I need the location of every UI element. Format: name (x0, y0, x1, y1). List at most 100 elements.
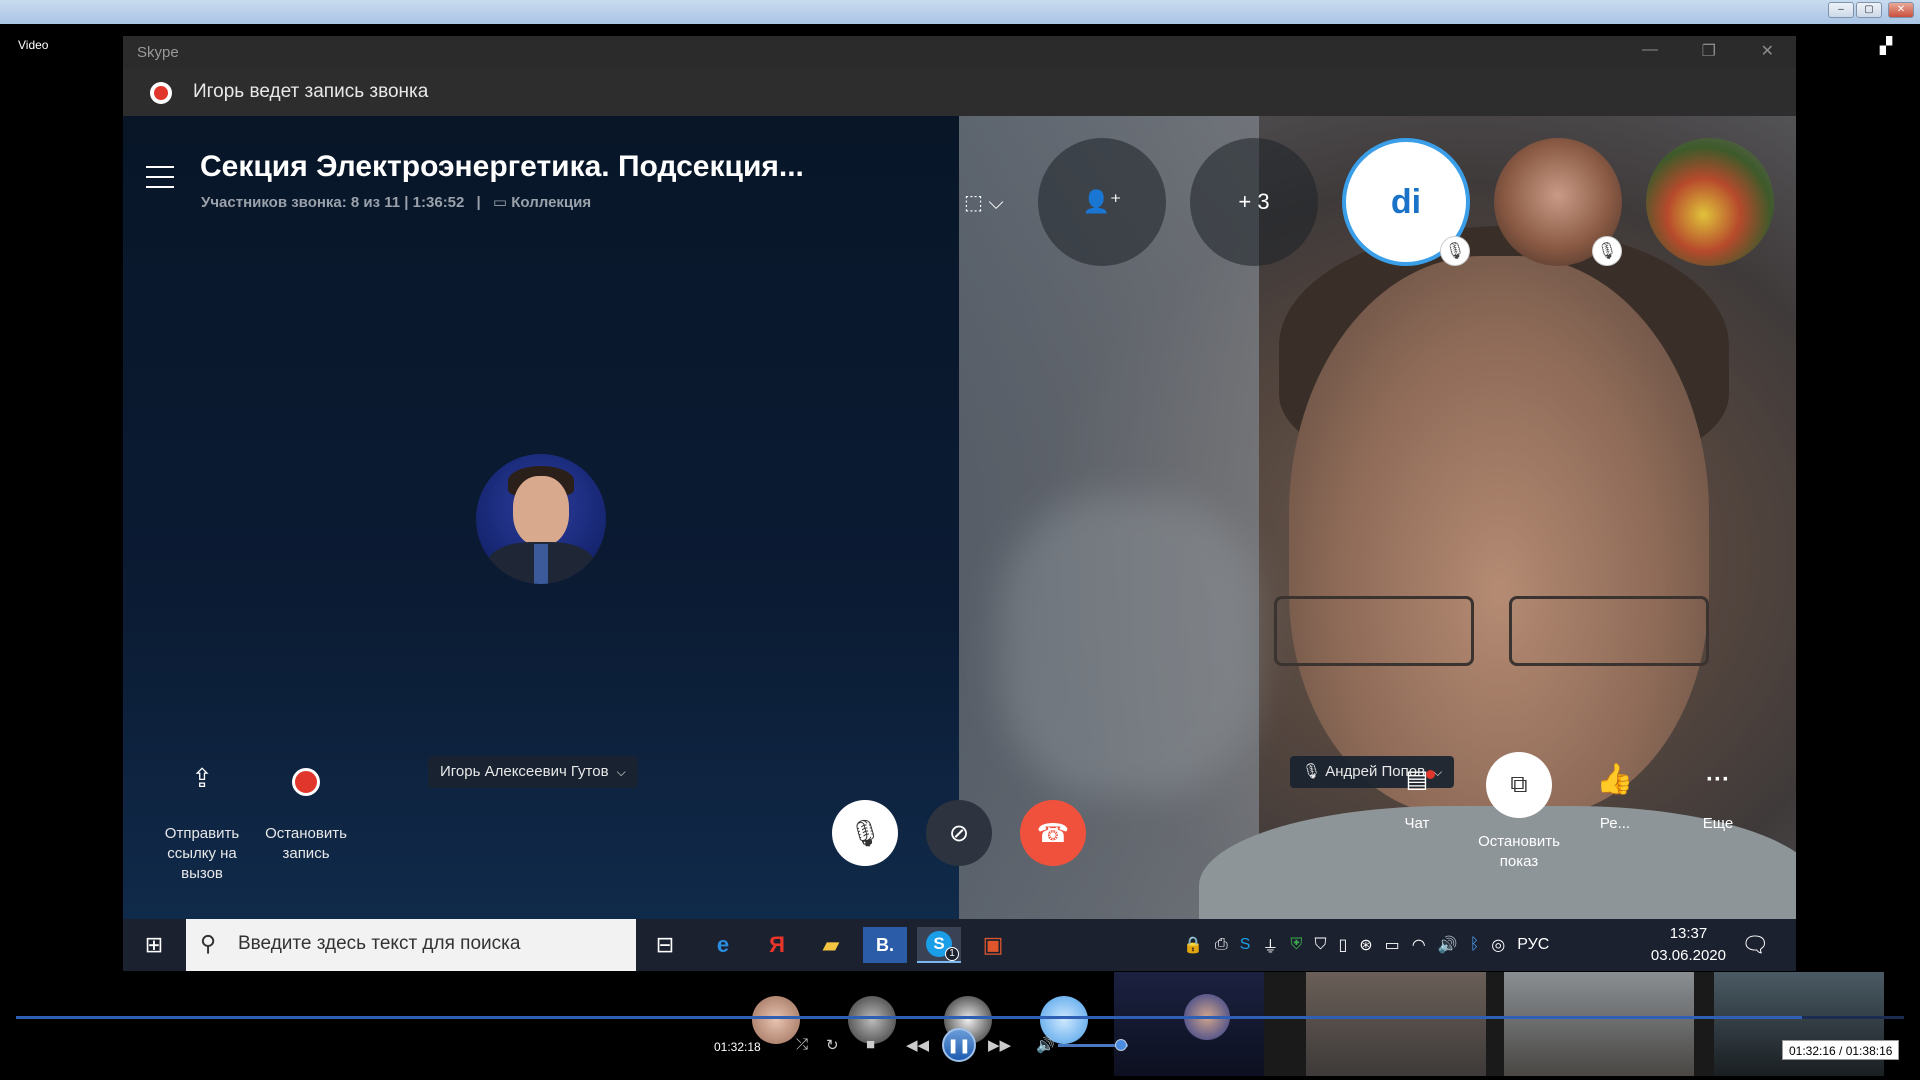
add-participant-button[interactable]: 👤⁺ (1038, 138, 1166, 266)
participant-avatar-flowers[interactable] (1646, 138, 1774, 266)
taskbar-clock[interactable]: 13:37 03.06.2020 (1651, 923, 1726, 967)
security-icon[interactable]: ⊛ (1359, 935, 1372, 955)
search-placeholder: Введите здесь текст для поиска (238, 933, 521, 954)
shield-icon[interactable]: ⛉ (1314, 936, 1326, 954)
call-title: Секция Электроэнергетика. Подсекция... (200, 150, 804, 183)
collection-link[interactable]: Коллекция (511, 194, 591, 211)
printer-icon[interactable]: ⎙ (1215, 936, 1228, 954)
share-link-button[interactable]: ⇪ Отправить ссылку на вызов (154, 763, 250, 884)
chat-label: Чат (1404, 815, 1430, 832)
restore-icon[interactable]: ❐ (1702, 41, 1716, 61)
stop-sharing-label: Остановить показ (1478, 833, 1560, 870)
chat-icon: ▤ (1382, 768, 1452, 814)
fast-forward-icon[interactable]: ▶▶ (988, 1036, 1011, 1054)
more-button[interactable]: ··· Еще (1688, 766, 1748, 834)
stop-recording-button[interactable]: Остановить запись (262, 768, 350, 864)
reactions-label: Ре... (1599, 815, 1631, 832)
microphone-icon: 🎙 (848, 817, 882, 848)
volume-icon[interactable]: 🔊 (1438, 935, 1458, 955)
system-tray: 🔒 ⎙ S ⏚ ⛨ ⛉ ▯ ⊛ ▭ ◠ 🔊 ᛒ ◎ РУС (1183, 919, 1549, 971)
video-person-face (1289, 256, 1709, 816)
player-window-titlebar: – ▢ ✕ (0, 0, 1920, 24)
camera-off-icon: ⊘ (948, 819, 970, 847)
seek-bar-remaining (1802, 1016, 1904, 1019)
language-indicator[interactable]: РУС (1517, 936, 1549, 954)
camera-button[interactable]: ⊘ (926, 800, 992, 866)
hang-up-icon: ☎ (1036, 817, 1070, 848)
screen-view-icon[interactable]: ⬚ ⌵ (964, 190, 1004, 215)
notifications-icon[interactable]: 🗨 (1733, 927, 1777, 963)
stop-icon[interactable]: ■ (866, 1036, 875, 1053)
thumbnail-filmstrip (1114, 972, 1884, 1076)
menu-icon[interactable] (146, 166, 174, 188)
minimize-icon[interactable]: — (1642, 41, 1658, 59)
more-participants-button[interactable]: + 3 (1190, 138, 1318, 266)
seek-bar[interactable] (16, 1016, 1904, 1019)
chat-button[interactable]: ▤ Чат (1382, 768, 1452, 834)
bluetooth-icon[interactable]: ᛒ (1470, 936, 1480, 954)
skype-tray-icon[interactable]: S (1240, 936, 1251, 954)
speaker-icon[interactable]: 🔊 (1036, 1036, 1055, 1054)
recording-text: Игорь ведет запись звонка (193, 81, 429, 102)
layout-grid-icon[interactable]: ▞ (1880, 36, 1892, 56)
share-icon: ⇪ (191, 763, 213, 793)
defender-icon[interactable]: ⛨ (1290, 936, 1302, 954)
gallery-icon: ▭ (492, 194, 508, 211)
elapsed-time: 01:32:18 (714, 1040, 761, 1054)
volume-knob[interactable] (1115, 1039, 1127, 1051)
windows-taskbar: ⊞ ⚲ Введите здесь текст для поиска ⊟ e Я… (123, 919, 1796, 971)
app-title: Skype (137, 44, 179, 61)
windows-start-button[interactable]: ⊞ (123, 919, 185, 971)
more-label: Еще (1702, 815, 1734, 832)
yandex-browser-icon[interactable]: Я (755, 927, 799, 963)
recording-banner: Игорь ведет запись звонка (123, 68, 1796, 116)
maximize-icon[interactable]: ▢ (1856, 2, 1882, 18)
network-icon[interactable]: ◎ (1491, 935, 1505, 955)
video-background-blur (999, 496, 1259, 796)
search-icon: ⚲ (200, 931, 217, 956)
presenter-avatar (476, 454, 606, 584)
pause-button[interactable]: ❚❚ (942, 1028, 976, 1062)
presenter-name-chip[interactable]: Игорь Алексеевич Гутов ⌵ (428, 756, 638, 788)
drive-icon[interactable]: ▯ (1338, 935, 1347, 955)
more-icon: ··· (1706, 766, 1730, 793)
reactions-button[interactable]: 👍 Ре... (1590, 765, 1640, 834)
add-person-icon: 👤⁺ (1082, 189, 1122, 214)
close-icon[interactable]: ✕ (1761, 41, 1774, 61)
mic-muted-icon: 🎙 (1592, 236, 1622, 266)
stop-sharing-button[interactable]: ⧉ Остановить показ (1474, 752, 1564, 872)
mic-muted-icon: 🎙 (1440, 236, 1470, 266)
taskbar-search[interactable]: ⚲ Введите здесь текст для поиска (186, 919, 636, 971)
close-icon[interactable]: ✕ (1888, 2, 1914, 18)
presenter-name: Игорь Алексеевич Гутов (440, 763, 609, 780)
video-label: Video (18, 38, 49, 52)
mic-muted-icon: 🎙 (1302, 763, 1322, 780)
participant-thumb[interactable] (752, 996, 800, 1044)
windows-logo-icon: ⊞ (144, 932, 164, 957)
microphone-button[interactable]: 🎙 (832, 800, 898, 866)
time-display: 01:32:16 / 01:38:16 (1782, 1040, 1900, 1060)
skype-titlebar: Skype — ❐ ✕ (123, 36, 1796, 68)
minimize-icon[interactable]: – (1828, 2, 1854, 18)
share-link-label: Отправить ссылку на вызов (164, 825, 240, 882)
usb-icon[interactable]: ⏚ (1262, 933, 1278, 957)
battery-icon[interactable]: ▭ (1385, 935, 1400, 955)
vk-icon[interactable]: B. (863, 927, 907, 963)
end-call-button[interactable]: ☎ (1020, 800, 1086, 866)
skype-taskbar-icon[interactable]: S 1 (917, 927, 961, 963)
rewind-icon[interactable]: ◀◀ (906, 1036, 929, 1054)
chevron-down-icon: ⌵ (616, 765, 626, 779)
wifi-icon[interactable]: ◠ (1412, 935, 1426, 955)
powerpoint-icon[interactable]: ▣ (971, 927, 1015, 963)
recording-icon (150, 82, 172, 104)
shuffle-icon[interactable]: ⤮ (796, 1036, 808, 1053)
skype-badge: 1 (945, 947, 959, 961)
repeat-icon[interactable]: ↻ (826, 1036, 839, 1054)
call-subtitle: Участников звонка: 8 из 11 | 1:36:52 | ▭… (201, 194, 592, 211)
participants-count: Участников звонка: 8 из 11 | 1:36:52 (201, 194, 465, 211)
lock-icon[interactable]: 🔒 (1183, 935, 1203, 955)
edge-icon[interactable]: e (701, 927, 745, 963)
file-explorer-icon[interactable]: ▰ (809, 927, 853, 963)
clock-time: 13:37 (1669, 925, 1708, 942)
task-view-icon[interactable]: ⊟ (643, 927, 687, 963)
